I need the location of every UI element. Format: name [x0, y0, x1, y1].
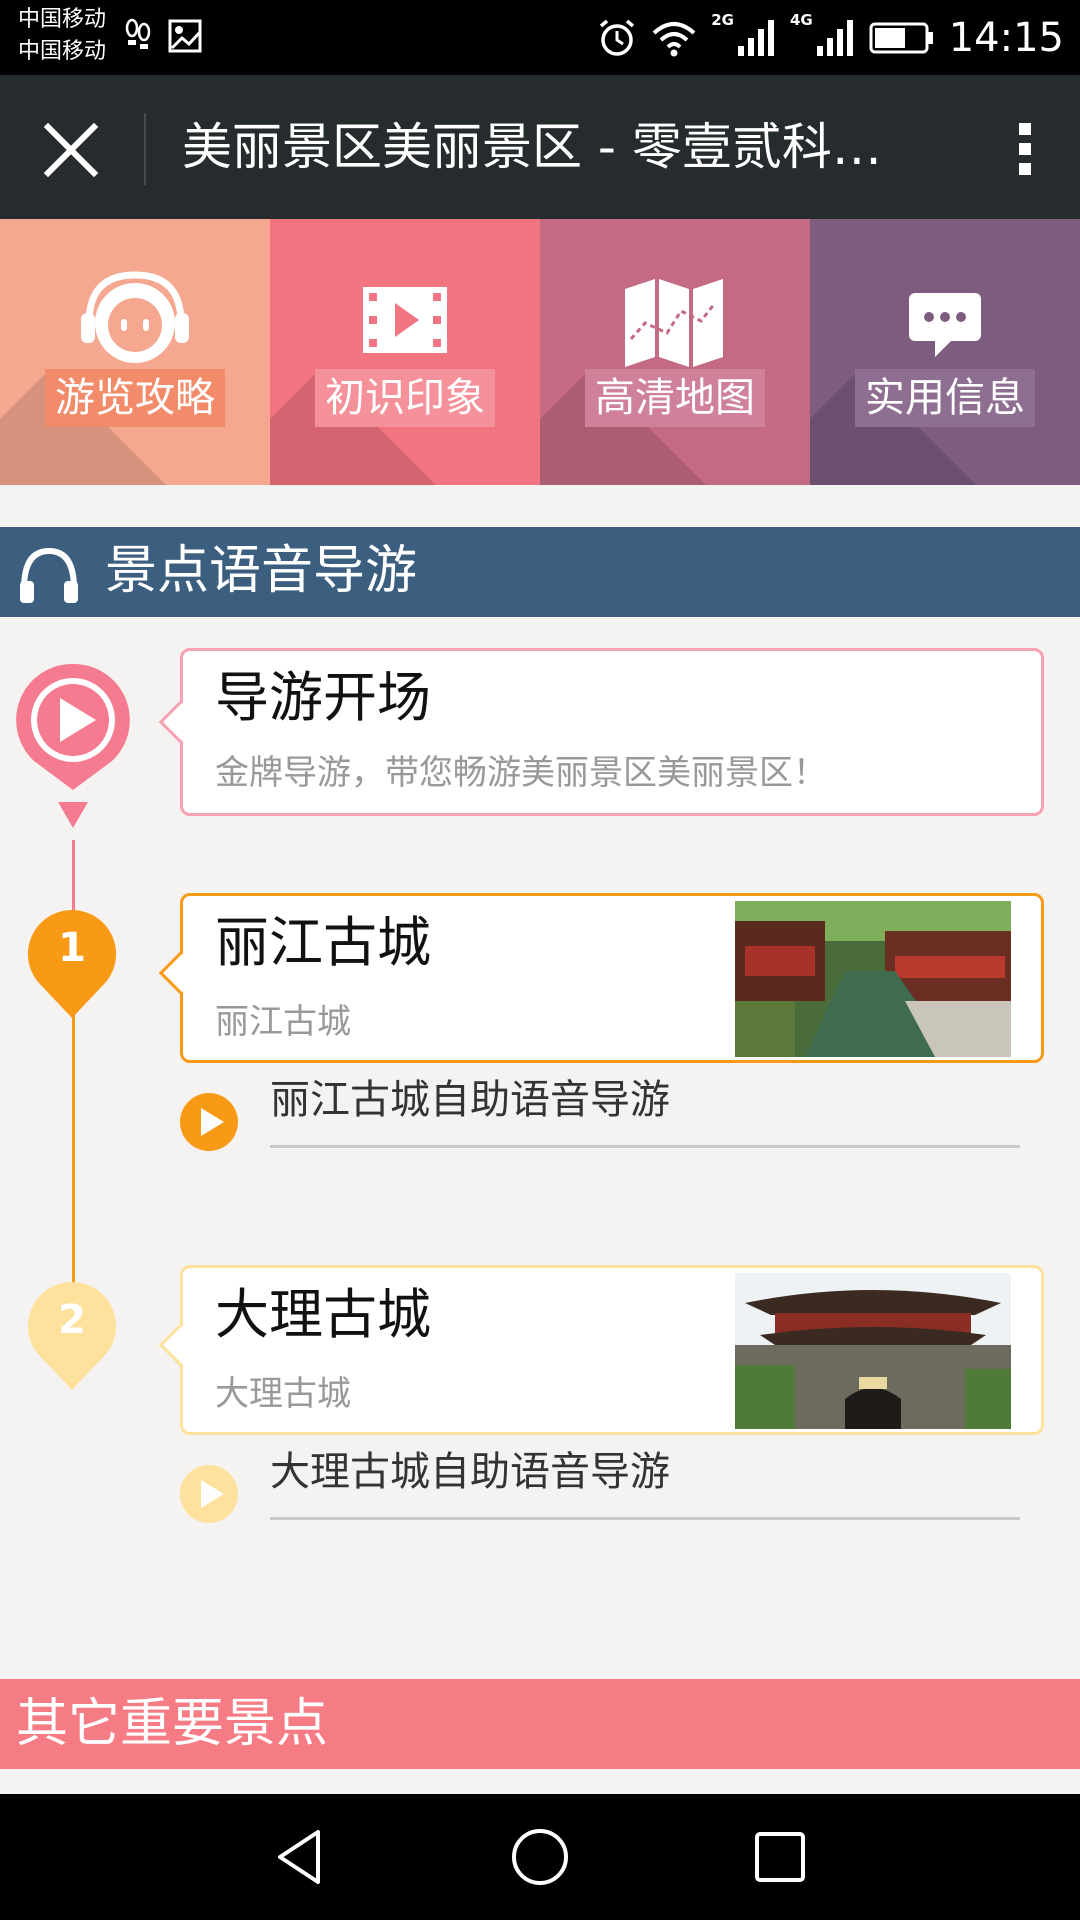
audio-label: 丽江古城自助语音导游	[270, 1077, 670, 1123]
carrier-info: 中国移动 中国移动	[18, 4, 106, 68]
carrier-2: 中国移动	[18, 39, 107, 64]
status-left-icons	[125, 18, 203, 54]
spot-card-lijiang[interactable]: 丽江古城 丽江古城	[158, 893, 1044, 1063]
lijiang-photo	[735, 901, 1011, 1057]
dali-photo	[735, 1273, 1011, 1429]
tile-hd-map[interactable]: 高清地图	[540, 219, 810, 485]
recents-icon[interactable]	[747, 1824, 813, 1890]
section-title: 其它重要景点	[16, 1694, 329, 1754]
tile-practical-info[interactable]: 实用信息	[810, 219, 1080, 485]
menu-tiles: 游览攻略 初识印象 高清地图 实用信息	[0, 219, 1080, 485]
tile-label: 实用信息	[855, 369, 1035, 427]
footprints-icon	[125, 18, 151, 49]
section-title: 景点语音导游	[105, 541, 418, 601]
card-title: 大理古城	[215, 1283, 431, 1346]
clock: 14:15	[948, 14, 1064, 61]
card-subtitle: 金牌导游，带您畅游美丽景区美丽景区！	[215, 753, 827, 793]
spot-1-number: 1	[58, 925, 86, 971]
tile-label: 高清地图	[585, 369, 765, 427]
carrier-1: 中国移动	[18, 7, 107, 32]
page-title: 美丽景区美丽景区 - 零壹贰科…	[182, 118, 882, 176]
map-icon	[625, 279, 723, 367]
timeline-line	[72, 990, 75, 1290]
network-2g-label: 2G	[711, 10, 734, 29]
close-icon[interactable]	[36, 115, 106, 185]
audio-label: 大理古城自助语音导游	[270, 1449, 670, 1495]
chat-bubble-icon	[909, 293, 981, 357]
card-subtitle: 丽江古城	[215, 1002, 351, 1042]
headphones-icon	[20, 547, 78, 603]
system-nav-bar	[0, 1794, 1080, 1920]
status-right: 2G 4G 14:15	[597, 0, 1064, 75]
signal-icon	[816, 19, 853, 56]
network-4g-label: 4G	[789, 10, 813, 29]
other-spots-header: 其它重要景点	[0, 1679, 1080, 1769]
signal-icon	[737, 19, 774, 56]
tile-label: 初识印象	[315, 369, 495, 427]
intro-play-pin[interactable]	[12, 660, 134, 835]
audio-divider	[270, 1145, 1020, 1148]
title-divider	[144, 113, 146, 185]
audio-row-dali[interactable]: 大理古城自助语音导游	[180, 1447, 1020, 1527]
audio-divider	[270, 1517, 1020, 1520]
title-bar: 美丽景区美丽景区 - 零壹贰科…	[0, 75, 1080, 219]
audio-row-lijiang[interactable]: 丽江古城自助语音导游	[180, 1075, 1020, 1155]
play-icon[interactable]	[180, 1465, 238, 1523]
card-subtitle: 大理古城	[215, 1374, 351, 1414]
tile-tour-guide[interactable]: 游览攻略	[0, 219, 270, 485]
back-icon[interactable]	[268, 1824, 334, 1890]
tile-first-impression[interactable]: 初识印象	[270, 219, 540, 485]
mascot-headphones-icon	[81, 271, 189, 363]
spot-2-number: 2	[58, 1297, 86, 1343]
home-icon[interactable]	[507, 1824, 573, 1890]
status-bar: 中国移动 中国移动 2G 4G 14:15	[0, 0, 1080, 75]
battery-icon	[869, 22, 933, 53]
spot-card-dali[interactable]: 大理古城 大理古城	[158, 1265, 1044, 1435]
image-icon	[168, 19, 202, 53]
wifi-icon	[652, 21, 696, 56]
play-icon[interactable]	[180, 1093, 238, 1151]
voice-guide-header: 景点语音导游	[0, 527, 1080, 617]
card-title: 丽江古城	[215, 911, 431, 974]
intro-card[interactable]: 导游开场 金牌导游，带您畅游美丽景区美丽景区！	[158, 648, 1044, 816]
card-title: 导游开场	[215, 666, 431, 729]
alarm-icon	[600, 19, 635, 56]
tile-label: 游览攻略	[45, 369, 225, 427]
more-menu-icon[interactable]	[1010, 117, 1040, 187]
film-icon	[363, 287, 447, 353]
